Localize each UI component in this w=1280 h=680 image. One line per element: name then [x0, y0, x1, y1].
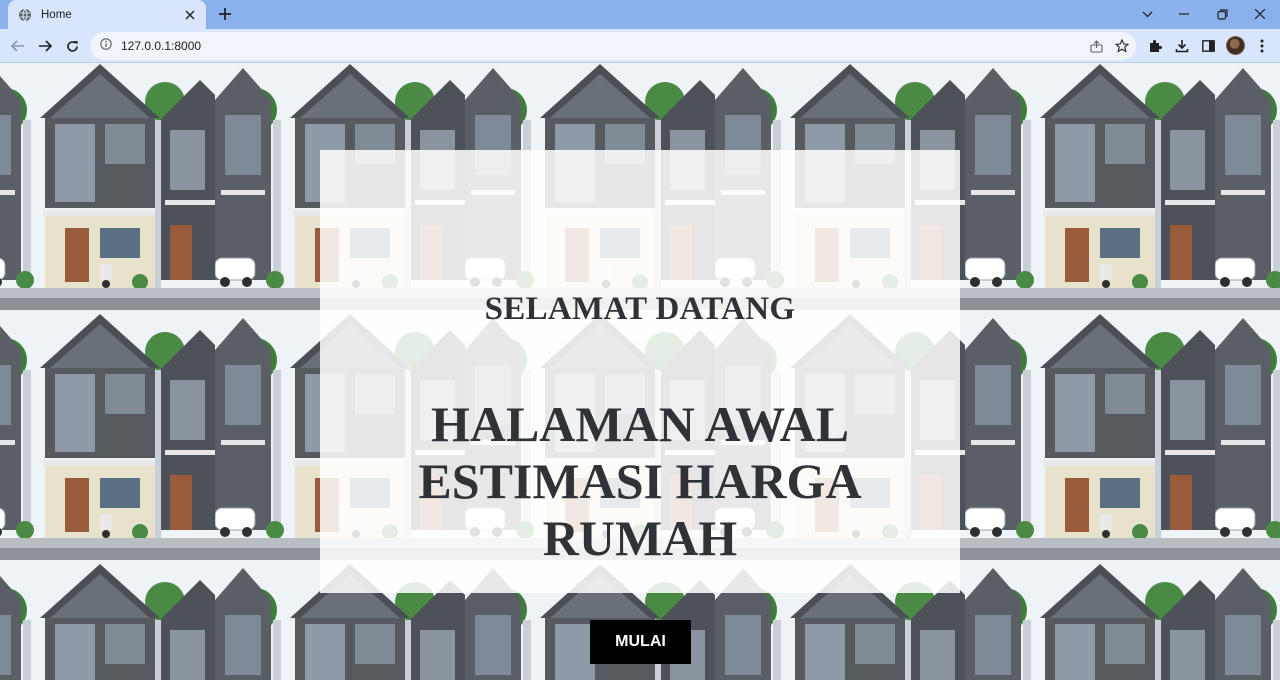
tab-title: Home	[41, 8, 72, 21]
minimize-icon[interactable]	[1174, 4, 1194, 24]
headline-line: RUMAH	[542, 510, 738, 566]
restore-icon[interactable]	[1212, 4, 1232, 24]
back-arrow-icon[interactable]	[8, 36, 28, 56]
address-url: 127.0.0.1:8000	[121, 39, 202, 53]
page-headline: HALAMAN AWAL ESTIMASI HARGA RUMAH	[320, 396, 960, 567]
page-viewport: SELAMAT DATANG HALAMAN AWAL ESTIMASI HAR…	[0, 63, 1280, 680]
welcome-card: SELAMAT DATANG HALAMAN AWAL ESTIMASI HAR…	[320, 150, 960, 664]
more-menu-icon[interactable]	[1253, 37, 1271, 55]
new-tab-plus-icon[interactable]	[216, 5, 234, 23]
start-button[interactable]: MULAI	[590, 620, 691, 664]
side-panel-icon[interactable]	[1199, 37, 1217, 55]
reload-icon[interactable]	[62, 36, 82, 56]
extensions-puzzle-icon[interactable]	[1146, 37, 1164, 55]
profile-avatar[interactable]	[1226, 36, 1245, 55]
browser-tab[interactable]: Home	[8, 0, 206, 29]
globe-icon	[18, 8, 32, 22]
close-window-icon[interactable]	[1250, 4, 1270, 24]
browser-toolbar: 127.0.0.1:8000	[0, 29, 1280, 63]
share-icon[interactable]	[1088, 38, 1104, 54]
tab-strip: Home	[0, 0, 1280, 29]
headline-line: HALAMAN AWAL	[430, 396, 850, 452]
info-icon[interactable]	[100, 37, 112, 55]
forward-arrow-icon[interactable]	[35, 36, 55, 56]
bookmark-star-icon[interactable]	[1114, 38, 1130, 54]
tab-close-icon[interactable]	[182, 7, 198, 23]
download-icon[interactable]	[1173, 37, 1191, 55]
tab-search-chevron-icon[interactable]	[1137, 4, 1157, 24]
address-bar[interactable]: 127.0.0.1:8000	[90, 32, 1136, 60]
welcome-greeting: SELAMAT DATANG	[484, 291, 796, 327]
headline-line: ESTIMASI HARGA	[418, 453, 862, 509]
